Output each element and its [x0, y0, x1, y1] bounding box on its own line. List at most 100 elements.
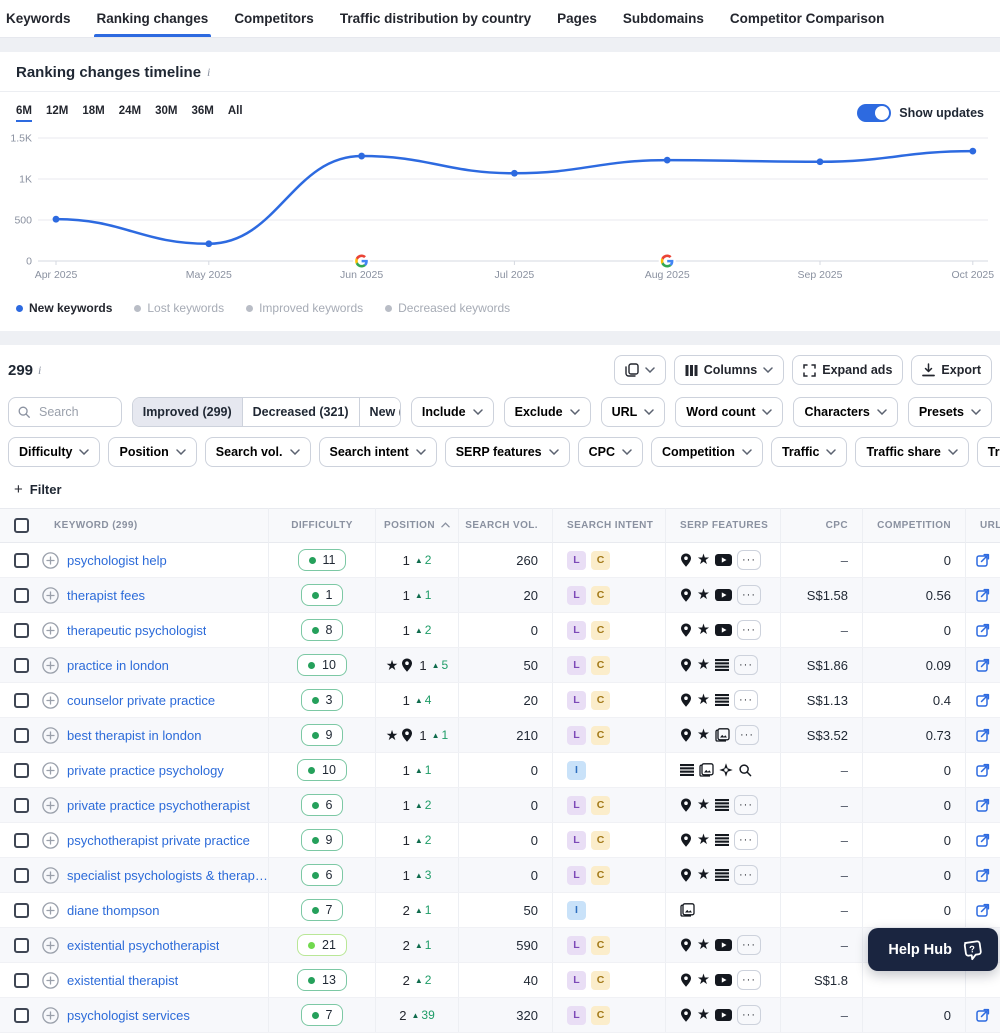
intent-badge-l[interactable]: L: [567, 656, 586, 675]
external-link-icon[interactable]: [976, 623, 990, 637]
row-checkbox[interactable]: [14, 553, 29, 568]
row-checkbox[interactable]: [14, 588, 29, 603]
plus-circle-icon[interactable]: [42, 727, 59, 744]
external-link-icon[interactable]: [976, 553, 990, 567]
nav-tab-traffic-distribution-by-country[interactable]: Traffic distribution by country: [327, 0, 544, 37]
filter-traffic-cost-dropdown[interactable]: Traffic cost: [977, 437, 1000, 467]
filter-characters-dropdown[interactable]: Characters: [793, 397, 897, 427]
legend-improved-keywords[interactable]: Improved keywords: [246, 301, 363, 315]
plus-circle-icon[interactable]: [42, 762, 59, 779]
intent-badge-c[interactable]: C: [591, 831, 610, 850]
row-checkbox[interactable]: [14, 973, 29, 988]
external-link-icon[interactable]: [976, 1008, 990, 1022]
column-header-label[interactable]: SEARCH INTENT: [567, 520, 653, 531]
keyword-link[interactable]: therapist fees: [67, 588, 145, 603]
filter-url-dropdown[interactable]: URL: [601, 397, 666, 427]
more-serp-features-button[interactable]: ···: [737, 970, 761, 990]
row-checkbox[interactable]: [14, 903, 29, 918]
row-checkbox[interactable]: [14, 833, 29, 848]
intent-badge-c[interactable]: C: [591, 691, 610, 710]
sort-asc-icon[interactable]: [435, 520, 450, 531]
filter-competition-dropdown[interactable]: Competition: [651, 437, 763, 467]
range-18m[interactable]: 18M: [82, 105, 104, 122]
range-24m[interactable]: 24M: [119, 105, 141, 122]
columns-button[interactable]: Columns: [674, 355, 784, 385]
keyword-link[interactable]: counselor private practice: [67, 693, 215, 708]
intent-badge-l[interactable]: L: [567, 586, 586, 605]
keyword-link[interactable]: psychologist services: [67, 1008, 190, 1023]
filter-traffic-share-dropdown[interactable]: Traffic share: [855, 437, 968, 467]
nav-tab-keywords[interactable]: Keywords: [0, 0, 84, 37]
intent-badge-c[interactable]: C: [591, 586, 610, 605]
row-checkbox[interactable]: [14, 1008, 29, 1023]
filter-exclude-dropdown[interactable]: Exclude: [504, 397, 591, 427]
add-filter-button[interactable]: + Filter: [0, 473, 70, 508]
intent-badge-l[interactable]: L: [567, 831, 586, 850]
filter-include-dropdown[interactable]: Include: [411, 397, 494, 427]
plus-circle-icon[interactable]: [42, 902, 59, 919]
row-checkbox[interactable]: [14, 868, 29, 883]
search-input[interactable]: [37, 404, 113, 420]
more-serp-features-button[interactable]: ···: [735, 725, 759, 745]
row-checkbox[interactable]: [14, 763, 29, 778]
keyword-link[interactable]: private practice psychology: [67, 763, 224, 778]
filter-traffic-dropdown[interactable]: Traffic: [771, 437, 848, 467]
keyword-link[interactable]: psychologist help: [67, 553, 167, 568]
more-serp-features-button[interactable]: ···: [734, 830, 758, 850]
external-link-icon[interactable]: [976, 833, 990, 847]
external-link-icon[interactable]: [976, 693, 990, 707]
select-all-checkbox[interactable]: [14, 518, 29, 533]
nav-tab-pages[interactable]: Pages: [544, 0, 610, 37]
intent-badge-l[interactable]: L: [567, 936, 586, 955]
show-updates-toggle[interactable]: [857, 104, 891, 122]
filter-improved-299-button[interactable]: Improved (299): [133, 398, 242, 426]
range-30m[interactable]: 30M: [155, 105, 177, 122]
intent-badge-l[interactable]: L: [567, 866, 586, 885]
intent-badge-l[interactable]: L: [567, 621, 586, 640]
external-link-icon[interactable]: [976, 658, 990, 672]
filter-decreased-321-button[interactable]: Decreased (321): [242, 398, 359, 426]
expand-ads-button[interactable]: Expand ads: [792, 355, 903, 385]
filter-word-count-dropdown[interactable]: Word count: [675, 397, 783, 427]
column-header-label[interactable]: COMPETITION: [877, 520, 951, 531]
keyword-link[interactable]: specialist psychologists & therapists: [67, 868, 268, 883]
column-header-label[interactable]: POSITION: [384, 520, 435, 531]
intent-badge-c[interactable]: C: [591, 796, 610, 815]
row-checkbox[interactable]: [14, 728, 29, 743]
legend-lost-keywords[interactable]: Lost keywords: [134, 301, 224, 315]
row-checkbox[interactable]: [14, 658, 29, 673]
presets-button[interactable]: Presets: [908, 397, 992, 427]
intent-badge-i[interactable]: I: [567, 901, 586, 920]
keyword-link[interactable]: existential psychotherapist: [67, 938, 219, 953]
intent-badge-l[interactable]: L: [567, 971, 586, 990]
more-serp-features-button[interactable]: ···: [734, 865, 758, 885]
range-all[interactable]: All: [228, 105, 243, 122]
plus-circle-icon[interactable]: [42, 622, 59, 639]
intent-badge-c[interactable]: C: [591, 971, 610, 990]
legend-new-keywords[interactable]: New keywords: [16, 301, 112, 315]
more-serp-features-button[interactable]: ···: [737, 585, 761, 605]
range-6m[interactable]: 6M: [16, 105, 32, 122]
keyword-link[interactable]: therapeutic psychologist: [67, 623, 206, 638]
filter-position-dropdown[interactable]: Position: [108, 437, 196, 467]
filter-new-1-3k-button[interactable]: New (1.3K): [359, 398, 401, 426]
column-header-label[interactable]: SERP FEATURES: [680, 520, 768, 531]
nav-tab-competitor-comparison[interactable]: Competitor Comparison: [717, 0, 898, 37]
keyword-link[interactable]: private practice psychotherapist: [67, 798, 250, 813]
copy-button[interactable]: [614, 355, 666, 385]
export-button[interactable]: Export: [911, 355, 992, 385]
intent-badge-c[interactable]: C: [591, 726, 610, 745]
more-serp-features-button[interactable]: ···: [734, 655, 758, 675]
more-serp-features-button[interactable]: ···: [734, 795, 758, 815]
more-serp-features-button[interactable]: ···: [737, 620, 761, 640]
keyword-link[interactable]: practice in london: [67, 658, 169, 673]
keyword-link[interactable]: diane thompson: [67, 903, 160, 918]
keyword-link[interactable]: best therapist in london: [67, 728, 201, 743]
external-link-icon[interactable]: [976, 868, 990, 882]
plus-circle-icon[interactable]: [42, 972, 59, 989]
plus-circle-icon[interactable]: [42, 587, 59, 604]
row-checkbox[interactable]: [14, 798, 29, 813]
column-header-label[interactable]: URL: [980, 520, 1000, 531]
column-header-label[interactable]: SEARCH VOL.: [465, 520, 538, 531]
plus-circle-icon[interactable]: [42, 937, 59, 954]
